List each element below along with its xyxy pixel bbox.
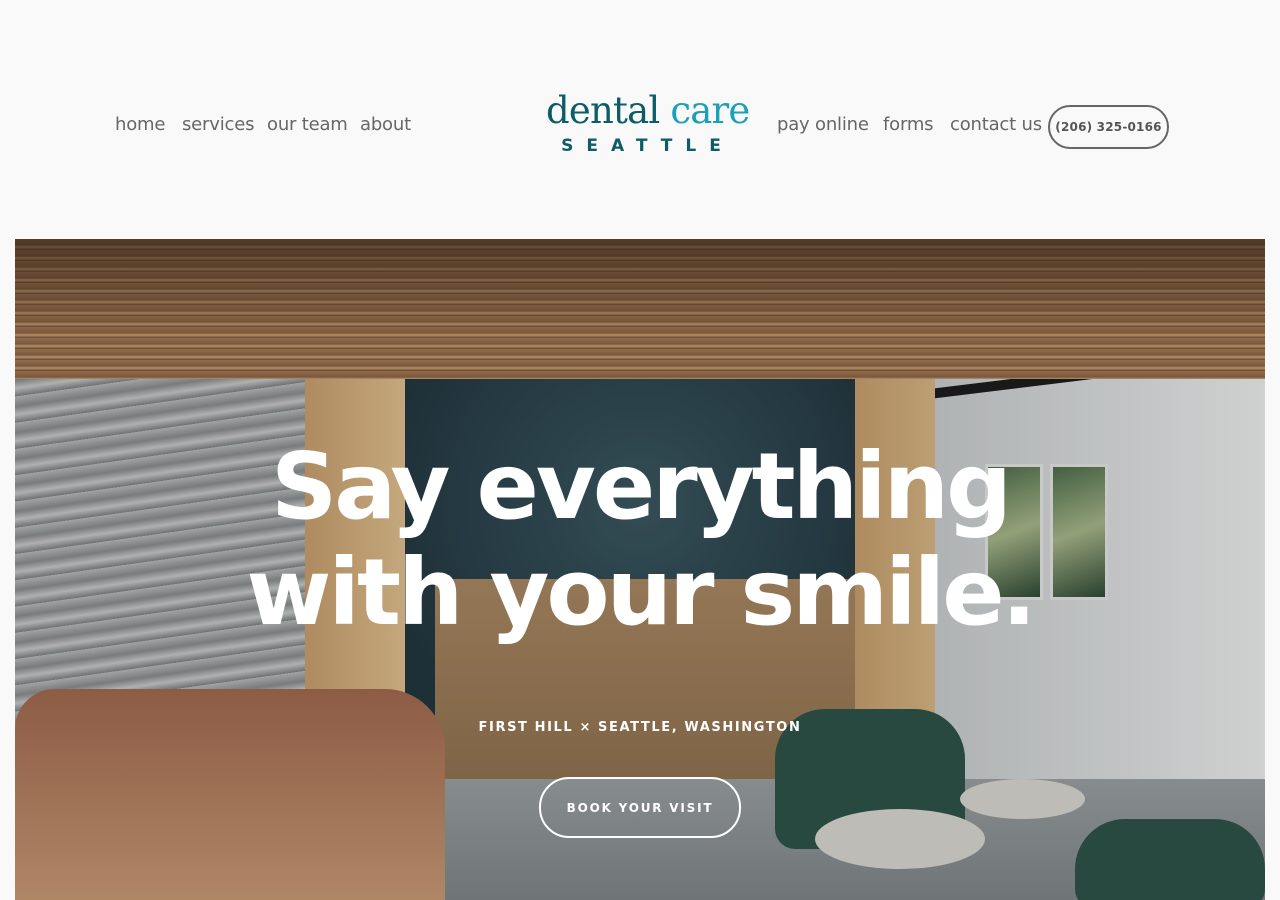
- nav-contact-us[interactable]: contact us: [950, 114, 1042, 135]
- logo-word-dental: dental: [546, 89, 660, 132]
- nav-home[interactable]: home: [115, 114, 165, 135]
- book-visit-button[interactable]: BOOK YOUR VISIT: [539, 777, 741, 838]
- nav-services[interactable]: services: [182, 114, 254, 135]
- hero-headline: Say everything with your smile.: [15, 434, 1265, 646]
- nav-our-team[interactable]: our team: [267, 114, 348, 135]
- logo-city: SEATTLE: [561, 136, 734, 156]
- phone-button[interactable]: (206) 325-0166: [1048, 105, 1169, 149]
- logo-word-care: care: [670, 89, 750, 132]
- headline-line-1: Say everything: [271, 433, 1012, 540]
- nav-forms[interactable]: forms: [883, 114, 934, 135]
- nav-pay-online[interactable]: pay online: [777, 114, 869, 135]
- headline-line-2: with your smile.: [246, 539, 1036, 646]
- site-header: home services our team about dental care…: [0, 0, 1280, 239]
- site-logo[interactable]: dental care SEATTLE: [546, 89, 750, 162]
- logo-wordmark: dental care: [546, 89, 750, 132]
- hero-section: Say everything with your smile. FIRST HI…: [15, 239, 1265, 900]
- hero-location: FIRST HILL × SEATTLE, WASHINGTON: [478, 720, 802, 735]
- nav-about[interactable]: about: [360, 114, 411, 135]
